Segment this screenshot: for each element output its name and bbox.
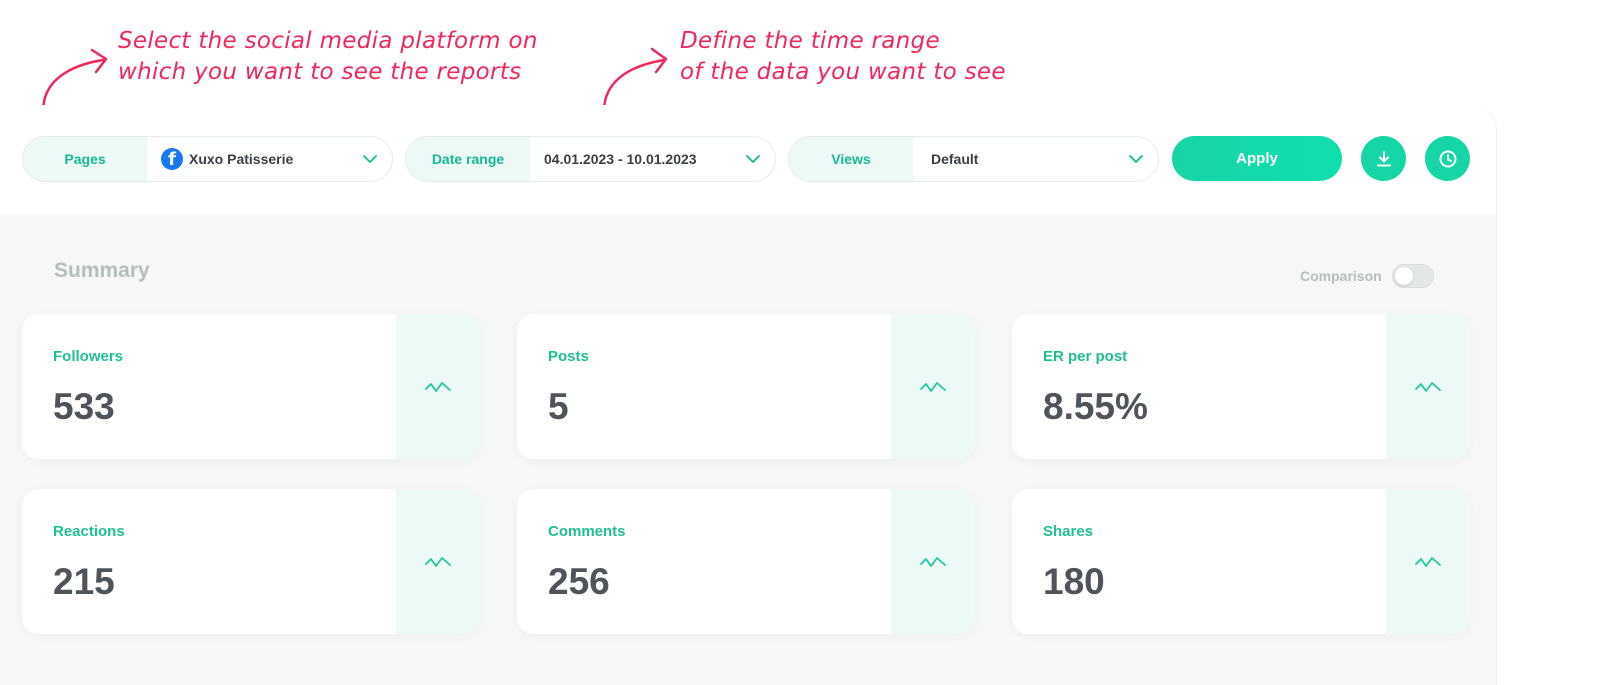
metric-label: ER per post — [1043, 348, 1128, 365]
pages-value: f Xuxo Patisserie — [147, 148, 348, 170]
metric-value: 180 — [1043, 561, 1105, 602]
toggle-knob — [1394, 267, 1413, 285]
history-button[interactable] — [1425, 136, 1470, 181]
apply-button[interactable]: Apply — [1172, 136, 1342, 181]
metric-value: 215 — [53, 561, 115, 602]
comparison-control: Comparison — [1300, 264, 1434, 288]
metric-label: Reactions — [53, 523, 125, 540]
metric-value: 533 — [53, 386, 115, 427]
metric-card-shares: Shares 180 — [1012, 489, 1470, 634]
metric-card-followers: Followers 533 — [22, 314, 480, 459]
views-label: Views — [789, 137, 913, 181]
pages-value-text: Xuxo Patisserie — [189, 151, 294, 167]
metric-label: Comments — [548, 523, 626, 540]
metric-value: 8.55% — [1043, 386, 1148, 427]
trend-button[interactable] — [396, 489, 480, 634]
trend-button[interactable] — [891, 314, 975, 459]
metric-value: 256 — [548, 561, 610, 602]
trend-icon — [1415, 381, 1441, 392]
metric-card-posts: Posts 5 — [517, 314, 975, 459]
summary-title: Summary — [54, 259, 150, 282]
trend-icon — [1415, 556, 1441, 567]
trend-icon — [920, 556, 946, 567]
trend-button[interactable] — [1386, 314, 1470, 459]
date-range-label: Date range — [406, 137, 530, 181]
trend-button[interactable] — [1386, 489, 1470, 634]
pages-arrowhead — [90, 48, 108, 74]
clock-icon — [1439, 150, 1456, 167]
comparison-label: Comparison — [1300, 268, 1382, 284]
platform-annotation: Select the social media platform on whic… — [118, 26, 538, 88]
download-icon — [1376, 150, 1391, 166]
trend-button[interactable] — [891, 489, 975, 634]
comparison-toggle[interactable] — [1391, 264, 1434, 288]
metric-card-reactions: Reactions 215 — [22, 489, 480, 634]
metric-card-comments: Comments 256 — [517, 489, 975, 634]
metric-label: Shares — [1043, 523, 1094, 540]
pages-select[interactable]: Pages f Xuxo Patisserie — [22, 136, 393, 182]
report-panel: Pages f Xuxo Patisserie Date range 04.01… — [0, 105, 1497, 685]
trend-button[interactable] — [396, 314, 480, 459]
metric-value: 5 — [548, 386, 569, 427]
views-select[interactable]: Views Default — [788, 136, 1159, 182]
time-range-annotation: Define the time range of the data you wa… — [680, 26, 1006, 88]
download-button[interactable] — [1361, 136, 1406, 181]
pages-label: Pages — [23, 137, 147, 181]
annotation-line: Select the social media platform on — [118, 28, 538, 54]
chevron-down-icon — [731, 154, 775, 164]
annotation-line: Define the time range — [680, 28, 940, 54]
views-value: Default — [931, 151, 979, 167]
annotation-line: which you want to see the reports — [118, 59, 522, 85]
facebook-icon: f — [161, 148, 183, 170]
date-range-select[interactable]: Date range 04.01.2023 - 10.01.2023 — [405, 136, 776, 182]
filter-toolbar: Pages f Xuxo Patisserie Date range 04.01… — [0, 105, 1496, 214]
metric-label: Followers — [53, 348, 124, 365]
trend-icon — [920, 381, 946, 392]
trend-icon — [425, 556, 451, 567]
chevron-down-icon — [348, 154, 392, 164]
date-range-value: 04.01.2023 - 10.01.2023 — [544, 151, 697, 167]
trend-icon — [425, 381, 451, 392]
metric-card-er-per-post: ER per post 8.55% — [1012, 314, 1470, 459]
annotation-line: of the data you want to see — [680, 59, 1006, 85]
metric-label: Posts — [548, 348, 589, 365]
date-arrowhead — [650, 47, 668, 74]
chevron-down-icon — [1114, 154, 1158, 164]
